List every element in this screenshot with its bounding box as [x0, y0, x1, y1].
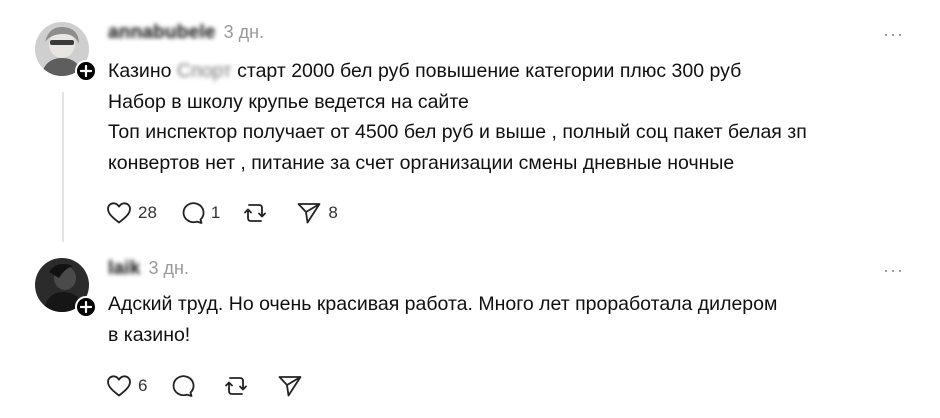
more-options-icon[interactable]: ··· — [883, 24, 904, 45]
post-text: Адский труд. Но очень красивая работа. М… — [108, 289, 777, 350]
username[interactable]: laik — [108, 258, 141, 280]
share-icon — [279, 376, 302, 397]
avatar[interactable] — [35, 258, 97, 318]
share-button[interactable] — [277, 372, 309, 400]
text-line: Адский труд. Но очень красивая работа. М… — [108, 293, 778, 315]
text-line: Топ инспектор получает от 4500 бел руб и… — [108, 121, 807, 143]
like-button[interactable]: 6 — [106, 372, 147, 400]
text-line: конвертов нет , питание за счет организа… — [108, 151, 735, 174]
text-line: Набор в школу крупье ведется на сайте — [108, 90, 469, 113]
comment-icon — [182, 202, 205, 224]
post-text: Казино Спорт старт 2000 бел руб повышени… — [108, 56, 807, 178]
action-bar: 6 — [106, 372, 331, 400]
heart-icon — [107, 202, 131, 224]
post-1: annabubele 3 дн. ··· Казино Спорт старт … — [0, 0, 940, 250]
post-time: 3 дн. — [148, 258, 189, 278]
repost-icon — [225, 377, 248, 395]
repost-icon — [244, 204, 267, 222]
share-count: 8 — [328, 203, 338, 222]
action-bar: 28 1 8 — [106, 199, 360, 227]
post-2: laik 3 дн. ··· Адский труд. Но очень кра… — [0, 250, 940, 418]
post-time: 3 дн. — [223, 22, 265, 42]
more-options-icon[interactable]: ··· — [883, 260, 904, 281]
reply-button[interactable]: 1 — [179, 199, 220, 227]
heart-icon — [107, 375, 131, 397]
username[interactable]: annabubele — [108, 22, 216, 44]
text-line: в казино! — [108, 323, 191, 346]
follow-plus-icon[interactable] — [75, 296, 97, 318]
reply-button[interactable] — [169, 372, 201, 400]
follow-plus-icon[interactable] — [75, 60, 97, 82]
repost-button[interactable] — [242, 199, 274, 227]
text-line: Казино Спорт старт 2000 бел руб повышени… — [108, 56, 807, 87]
reply-count: 1 — [210, 203, 221, 222]
avatar[interactable] — [35, 22, 97, 82]
share-button[interactable]: 8 — [296, 199, 338, 227]
like-button[interactable]: 28 — [106, 199, 157, 227]
thread-line — [62, 92, 64, 242]
like-count: 6 — [138, 376, 148, 395]
like-count: 28 — [138, 203, 157, 222]
share-icon — [297, 203, 321, 224]
comment-icon — [173, 375, 195, 397]
repost-button[interactable] — [223, 372, 255, 400]
redacted-text: Спорт — [176, 60, 232, 82]
